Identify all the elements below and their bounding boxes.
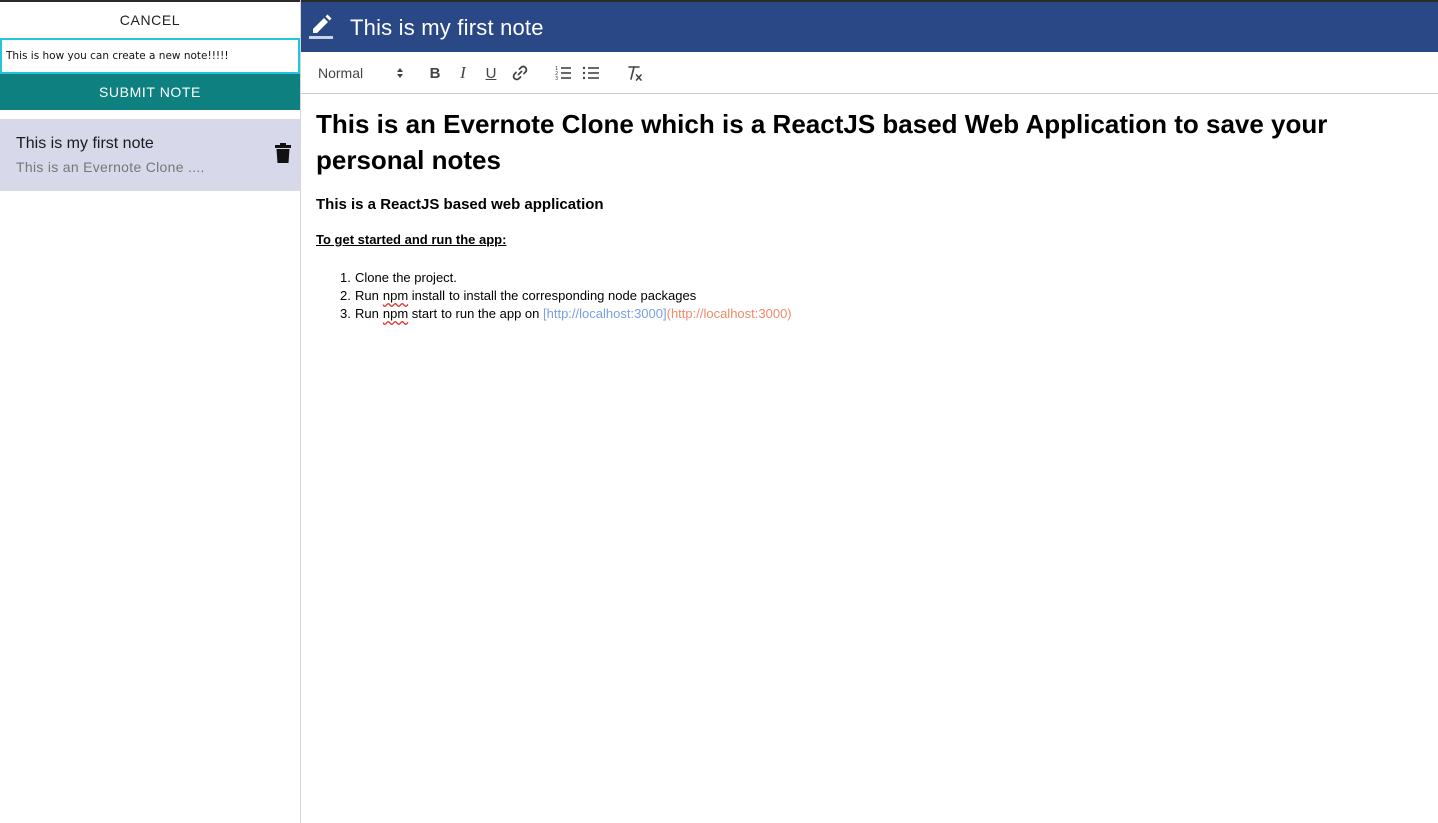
italic-button[interactable]: I <box>455 63 471 83</box>
note-list-item[interactable]: This is my first note This is an Evernot… <box>0 119 300 191</box>
bold-button[interactable]: B <box>427 63 443 83</box>
link-icon[interactable] <box>511 63 529 83</box>
cancel-button[interactable]: CANCEL <box>0 0 300 38</box>
bullet-list-icon[interactable] <box>582 63 600 83</box>
step-number: 3. <box>340 306 351 321</box>
markdown-link-text[interactable]: [http://localhost:3000] <box>543 305 667 323</box>
step-code: npm <box>382 288 409 303</box>
underline-button[interactable]: U <box>483 63 499 83</box>
doc-subheading: This is a ReactJS based web application <box>316 196 604 213</box>
submit-note-button[interactable]: SUBMIT NOTE <box>0 74 300 110</box>
note-item-title: This is my first note <box>16 135 154 152</box>
select-arrows-icon <box>396 67 404 79</box>
note-title[interactable]: This is my first note <box>350 15 544 41</box>
editor-toolbar: Normal B I U 123 <box>301 52 1438 94</box>
pencil-icon[interactable] <box>309 12 335 40</box>
step-code-rest: start <box>411 306 438 321</box>
step-text: Clone the project. <box>355 270 457 285</box>
step-prefix: Run <box>355 288 379 303</box>
list-item: 3. Run npm start to run the app on [http… <box>340 305 1423 323</box>
step-suffix: to run the app on <box>441 306 540 321</box>
note-header: This is my first note <box>301 0 1438 52</box>
list-item: 2. Run npm install to install the corres… <box>340 287 1423 305</box>
trash-icon[interactable] <box>275 143 291 163</box>
step-code-rest: install <box>411 288 446 303</box>
app-root: CANCEL SUBMIT NOTE This is my first note… <box>0 0 1438 823</box>
note-item-preview: This is an Evernote Clone .... <box>16 159 205 175</box>
new-note-title-input[interactable] <box>0 38 300 74</box>
step-prefix: Run <box>355 306 379 321</box>
step-number: 1. <box>340 270 351 285</box>
format-select[interactable]: Normal <box>318 63 404 83</box>
clear-format-icon[interactable] <box>625 63 643 83</box>
ordered-list-icon[interactable]: 123 <box>554 63 572 83</box>
markdown-link-url[interactable]: (http://localhost:3000) <box>667 305 792 323</box>
format-select-value: Normal <box>318 65 364 81</box>
step-code: npm <box>382 306 409 321</box>
note-editor[interactable]: This is an Evernote Clone which is a Rea… <box>301 94 1438 823</box>
doc-steps-list: 1. Clone the project. 2. Run npm install… <box>316 269 1423 323</box>
sidebar: CANCEL SUBMIT NOTE This is my first note… <box>0 0 301 823</box>
note-list: This is my first note This is an Evernot… <box>0 119 300 191</box>
step-suffix: to install the corresponding node packag… <box>449 288 697 303</box>
step-number: 2. <box>340 288 351 303</box>
svg-text:3: 3 <box>555 76 558 81</box>
list-item: 1. Clone the project. <box>340 269 1423 287</box>
doc-heading: This is an Evernote Clone which is a Rea… <box>316 109 1328 175</box>
doc-instructions-title: To get started and run the app: <box>316 232 507 247</box>
